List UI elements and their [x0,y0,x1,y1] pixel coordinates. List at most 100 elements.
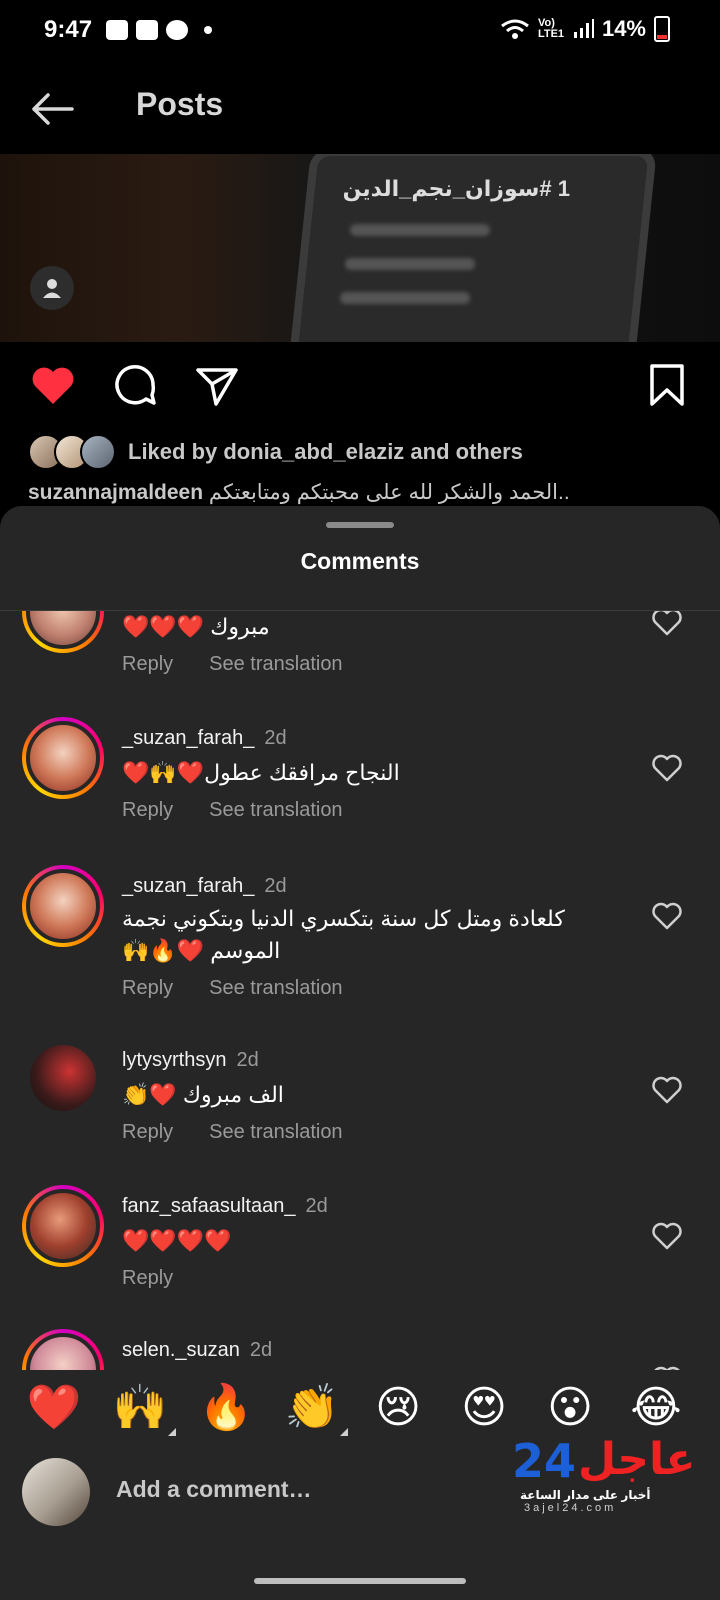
post-caption: suzannajmaldeen الحمد والشكر لله على محب… [28,480,570,505]
caption-text: الحمد والشكر لله على محبتكم ومتابعتكم.. [208,481,570,504]
emoji-surprised[interactable]: 😮 [540,1378,600,1438]
comment-icon[interactable] [110,360,160,410]
skin-tone-indicator [168,1428,176,1436]
reply-button[interactable]: Reply [122,799,173,822]
see-translation-button[interactable]: See translation [209,653,342,676]
see-translation-button[interactable]: See translation [209,799,342,822]
signal-icon [573,19,594,38]
comment-time: 2d [264,875,287,897]
emoji-laughing[interactable]: 😂 [626,1378,686,1438]
comment-time: 2d [249,1339,273,1361]
comment-user[interactable]: _suzan_farah_ 2d [122,875,287,898]
avatar[interactable] [22,611,104,653]
notification-icons [106,20,212,40]
username[interactable]: selen._suzan [122,1339,240,1361]
comment-meta: Reply See translation [122,1121,343,1144]
liked-by[interactable]: Liked by donia_abd_elaziz and others [28,432,523,472]
post-image[interactable]: 1 #سوزان_نجم_الدين [0,154,720,342]
comment-text: النجاح مرافقك عطول❤️🙌❤️ [122,760,400,785]
blurred-row [350,224,490,236]
reply-button[interactable]: Reply [122,1121,173,1144]
watermark-url: 3ajel24.com [524,1502,617,1514]
arrow-left-icon[interactable] [28,84,78,134]
comment-meta: Reply See translation [122,653,343,676]
avatar[interactable] [22,865,104,947]
system-icons: Vo) LTE1 14% [500,16,670,42]
heart-outline-icon[interactable] [650,751,684,785]
status-time: 9:47 [44,16,93,43]
wifi-icon [501,19,529,39]
comment-meta: Reply See translation [122,799,343,822]
skin-tone-indicator [340,1428,348,1436]
comment-input[interactable]: Add a comment… [116,1476,312,1503]
liked-by-text: Liked by donia_abd_elaziz and others [128,439,523,464]
comment-time: 2d [305,1195,328,1217]
blurred-row [340,292,470,304]
heart-outline-icon[interactable] [650,899,684,933]
status-bar: 9:47 Vo) LTE1 14% [0,0,720,64]
username[interactable]: _suzan_farah_ [122,875,254,897]
emoji-clapping[interactable]: 👏 [282,1378,348,1438]
avatar[interactable] [22,1185,104,1267]
username[interactable]: fanz_safaasultaan_ [122,1195,295,1217]
post-actions [0,356,720,416]
drag-handle[interactable] [326,522,394,528]
emoji-crying[interactable]: 😢 [368,1378,428,1438]
comment-time: 2d [264,727,287,749]
comment-meta: Reply See translation [122,977,343,1000]
page-title: Posts [136,86,224,122]
emoji-raising-hands[interactable]: 🙌 [110,1378,176,1438]
comment-text: ❤️❤️❤️❤️ [122,1228,232,1253]
top-bar: Posts [0,64,720,154]
dot-icon [204,26,212,34]
youtube-icon [136,20,158,40]
blurred-row [345,258,475,270]
avatar [22,1458,90,1526]
watermark-logo: 24 عاجل أخبار على مدار الساعة 3ajel24.co… [512,1434,696,1518]
battery-percent: 14% [601,16,646,41]
comment-composer: Add a comment… 24 عاجل أخبار على مدار ال… [0,1434,720,1544]
see-translation-button[interactable]: See translation [209,1121,342,1144]
heart-outline-icon[interactable] [650,611,684,639]
emoji-glyph: 👏 [284,1383,340,1432]
avatar[interactable] [22,717,104,799]
post-image-text: 1 #سوزان_نجم_الدين [342,176,570,201]
comments-list[interactable]: مبروك ❤️❤️❤️ Reply See translation _suza… [0,611,720,1397]
comment-user[interactable]: selen._suzan 2d [122,1339,272,1362]
avatar [80,434,116,470]
watermark-tagline: أخبار على مدار الساعة [520,1488,651,1502]
see-translation-button[interactable]: See translation [209,977,342,1000]
avatar[interactable] [30,1045,96,1111]
tagged-user-icon[interactable] [30,266,74,310]
comment-user[interactable]: lytysyrthsyn 2d [122,1049,259,1072]
watermark-number: 24 [512,1434,577,1488]
comment-time: 2d [236,1049,259,1071]
username[interactable]: _suzan_farah_ [122,727,254,749]
emoji-heart[interactable]: ❤️ [24,1378,84,1438]
reply-button[interactable]: Reply [122,977,173,1000]
watermark-word: عاجل [578,1434,696,1485]
comment-meta: Reply [122,1267,173,1290]
reply-button[interactable]: Reply [122,653,173,676]
comment-user[interactable]: _suzan_farah_ 2d [122,727,287,750]
emoji-glyph: 🙌 [112,1383,168,1432]
share-icon[interactable] [192,360,242,410]
comment-user[interactable]: fanz_safaasultaan_ 2d [122,1195,328,1218]
bookmark-icon[interactable] [642,360,692,410]
emoji-heart-eyes[interactable]: 😍 [454,1378,514,1438]
network-label: Vo) LTE1 [537,17,565,40]
username[interactable]: lytysyrthsyn [122,1049,226,1071]
heart-outline-icon[interactable] [650,1073,684,1107]
battery-icon [654,16,670,42]
comment-text: مبروك ❤️❤️❤️ [122,614,270,639]
sheet-title: Comments [300,548,420,574]
comment-text: الف مبروك ❤️👏 [122,1082,284,1107]
emoji-fire[interactable]: 🔥 [196,1378,256,1438]
reply-button[interactable]: Reply [122,1267,173,1290]
heart-filled-icon[interactable] [28,360,78,410]
gesture-nav-bar[interactable] [254,1578,466,1584]
gallery-icon [106,20,128,40]
caption-username[interactable]: suzannajmaldeen [28,481,203,504]
heart-outline-icon[interactable] [650,1219,684,1253]
comment-text: كلعادة ومتل كل سنة بتكسري الدنيا وبتكوني… [122,906,565,963]
